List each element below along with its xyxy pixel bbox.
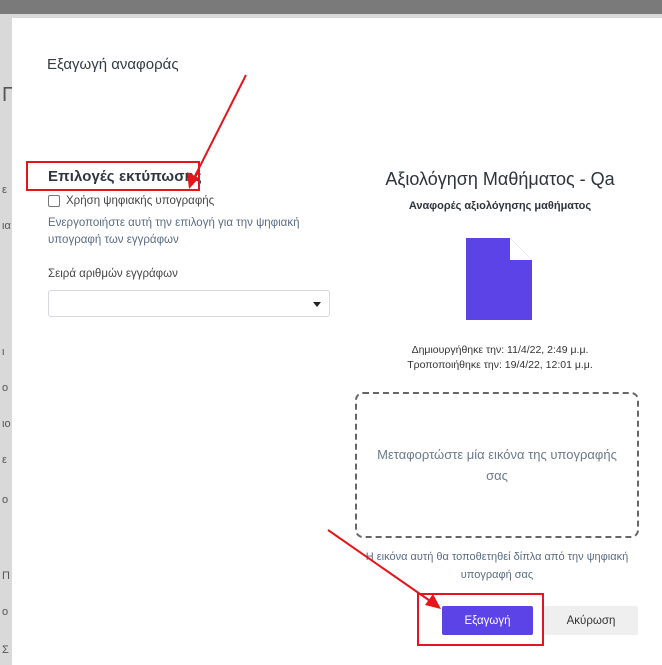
annotation-arrowhead xyxy=(187,172,199,189)
annotation-arrow xyxy=(327,529,434,604)
annotation-arrowhead xyxy=(425,594,441,609)
annotation-arrows xyxy=(187,74,441,609)
annotation-arrow xyxy=(192,74,247,181)
